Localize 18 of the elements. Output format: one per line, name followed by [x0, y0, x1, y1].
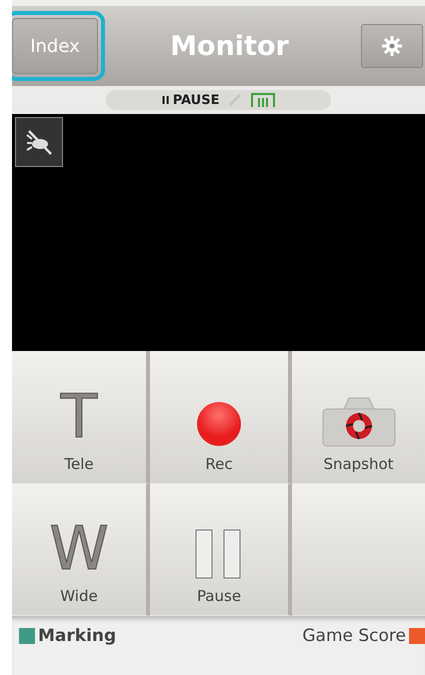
zoom-glyph-icon: T: [60, 386, 98, 446]
control-button[interactable]: Snapshot: [292, 351, 425, 484]
screen-title: Monitor: [170, 30, 289, 62]
control-button[interactable]: Pause: [150, 484, 292, 616]
settings-icon: [380, 35, 403, 57]
status-label: PAUSE: [172, 92, 220, 108]
record-icon: [196, 400, 242, 446]
legend-label: Game Score: [302, 626, 406, 646]
control-button[interactable]: T Tele: [12, 351, 150, 484]
mute-button[interactable]: [15, 117, 63, 167]
legend-label: Marking: [38, 626, 116, 646]
control-button[interactable]: Rec: [150, 351, 292, 484]
zoom-glyph-icon: W: [49, 519, 109, 579]
settings-button[interactable]: [360, 24, 423, 68]
pause-icon: II: [162, 94, 170, 106]
signal-icon: [251, 93, 276, 107]
control-button[interactable]: W Wide: [12, 484, 150, 616]
camera-icon: [322, 394, 396, 446]
